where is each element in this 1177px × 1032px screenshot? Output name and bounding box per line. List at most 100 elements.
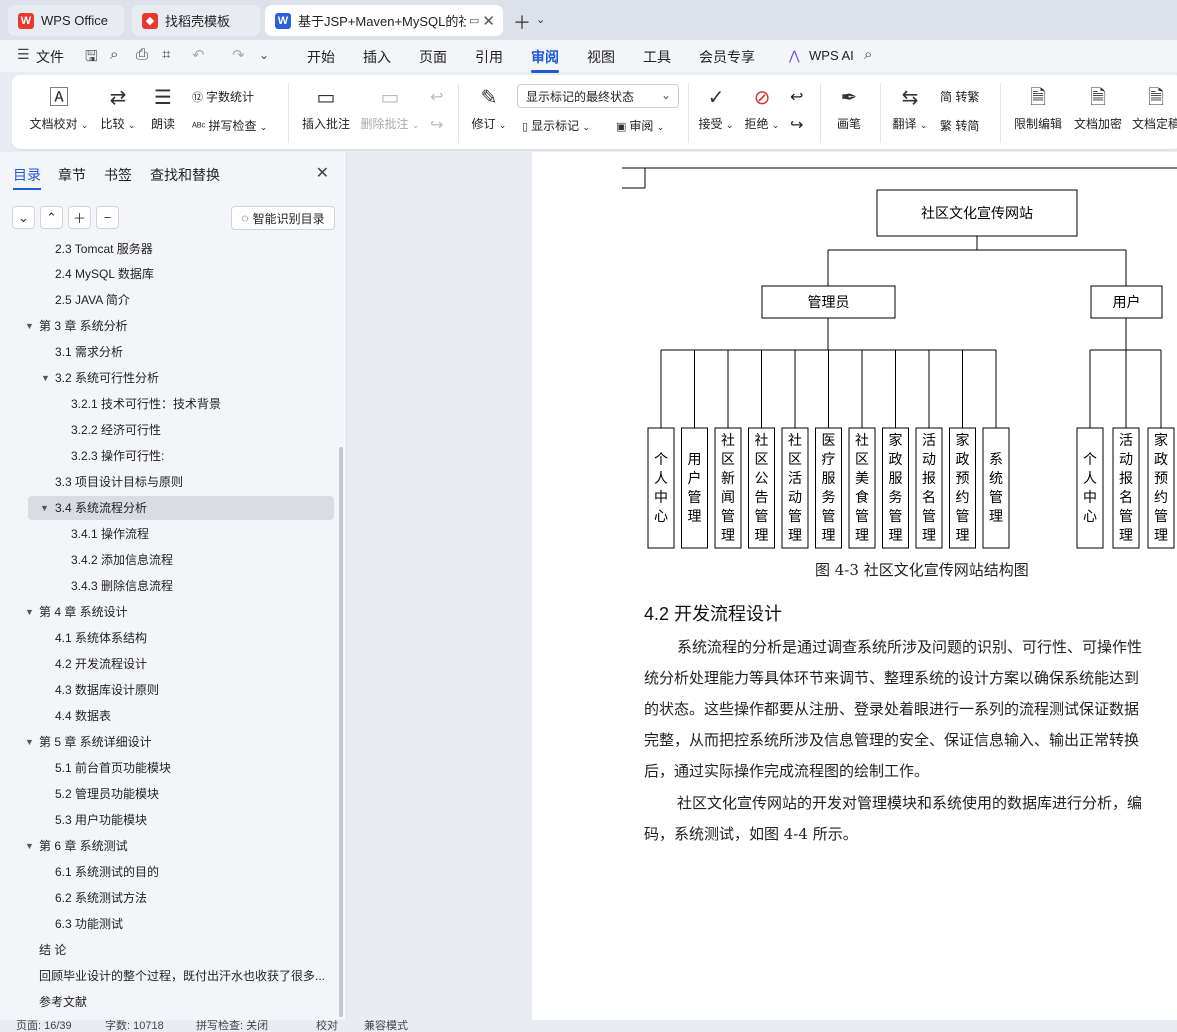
tab-bookmarks[interactable]: 书签 (104, 165, 132, 185)
undo-icon[interactable]: ↶ (192, 46, 205, 64)
toc-item[interactable]: 参考文献 (39, 990, 87, 1014)
toc-item[interactable]: 6.2 系统测试方法 (55, 886, 147, 910)
translate-button[interactable]: ⇆ 翻译 ⌄ (892, 85, 928, 132)
menu-item-view[interactable]: 视图 (587, 47, 615, 67)
next-comment-icon[interactable]: ↪ (430, 115, 443, 135)
toc-item[interactable]: 3.4.2 添加信息流程 (71, 548, 173, 572)
tab-wps-office[interactable]: W WPS Office (8, 5, 124, 36)
expand-triangle-icon[interactable]: ▼ (25, 600, 34, 624)
restrict-edit-button[interactable]: 🗎 限制编辑 (1012, 85, 1064, 132)
menu-item-insert[interactable]: 插入 (363, 47, 391, 67)
save-icon[interactable]: 🖫 (85, 46, 98, 71)
remove-item-button[interactable]: − (96, 206, 119, 229)
redo-icon[interactable]: ↷ (232, 46, 245, 64)
toc-item[interactable]: 3.2.2 经济可行性 (71, 418, 161, 442)
finalize-button[interactable]: 🗎 文档定稿 (1132, 85, 1177, 132)
proofread-status[interactable]: 校对 (316, 1020, 338, 1032)
toc-item[interactable]: 2.3 Tomcat 服务器 (55, 240, 153, 261)
more-chevron-icon[interactable]: ⌄ (259, 48, 269, 62)
revise-button[interactable]: ✎ 修订 ⌄ (470, 85, 508, 132)
insert-comment-button[interactable]: ▭ 插入批注 (300, 85, 352, 132)
toc-item[interactable]: 结 论 (39, 938, 66, 962)
search-icon[interactable]: ⌕ (864, 46, 872, 63)
toc-item[interactable]: 5.3 用户功能模块 (55, 808, 147, 832)
pen-button[interactable]: ✒ 画笔 (834, 85, 864, 132)
toc-item[interactable]: 3.4.3 删除信息流程 (71, 574, 173, 598)
menu-item-review[interactable]: 审阅 (531, 47, 559, 73)
toc-item-selected[interactable]: ▼ 3.4 系统流程分析 (28, 496, 334, 520)
word-count-indicator[interactable]: 字数: 10718 (105, 1020, 164, 1032)
smart-toc-button[interactable]: ◌ 智能识别目录 (231, 206, 335, 230)
menu-item-tools[interactable]: 工具 (643, 47, 671, 67)
toc-item[interactable]: 3.2.3 操作可行性: (71, 444, 164, 468)
print-preview-icon[interactable]: ⌗ (162, 46, 170, 63)
tab-toc[interactable]: 目录 (13, 165, 41, 190)
toc-item[interactable]: 3.2.1 技术可行性：技术背景 (71, 392, 221, 416)
menu-item-reference[interactable]: 引用 (475, 47, 503, 67)
toc-item[interactable]: 6.3 功能测试 (55, 912, 123, 936)
expand-triangle-icon[interactable]: ▼ (25, 730, 34, 754)
next-change-icon[interactable]: ↪ (790, 115, 803, 135)
review-pane-button[interactable]: ▣ 审阅 ⌄ (616, 117, 664, 134)
add-item-button[interactable]: ＋ (68, 206, 91, 229)
wps-ai-button[interactable]: WPS AI (809, 48, 854, 63)
prev-comment-icon[interactable]: ↩ (430, 87, 443, 107)
show-markup-button[interactable]: ▯ 显示标记 ⌄ (522, 117, 590, 134)
collapse-down-button[interactable]: ⌄ (12, 206, 35, 229)
hamburger-icon[interactable]: ☰ (17, 46, 30, 63)
new-tab-icon[interactable]: ＋ (513, 9, 531, 35)
format-painter-icon[interactable]: ⌕ (110, 46, 118, 63)
close-icon[interactable]: ✕ (316, 163, 329, 183)
doc-check-button[interactable]: 🄰 文档校对 ⌄ (28, 85, 90, 132)
toc-item[interactable]: ▼ 第 3 章 系统分析 (25, 314, 128, 338)
toc-item[interactable]: 4.4 数据表 (55, 704, 111, 728)
chevron-down-icon[interactable]: ⌄ (536, 13, 545, 26)
menu-item-page[interactable]: 页面 (419, 47, 447, 67)
toc-item[interactable]: 5.2 管理员功能模块 (55, 782, 159, 806)
page-indicator[interactable]: 页面: 16/39 (16, 1020, 72, 1032)
expand-triangle-icon[interactable]: ▼ (25, 314, 34, 338)
toc-item[interactable]: 4.3 数据库设计原则 (55, 678, 159, 702)
tab-current-document[interactable]: W 基于JSP+Maven+MySQL的社 ▭ ✕ (265, 5, 503, 36)
compare-button[interactable]: ⇄ 比较 ⌄ (98, 85, 138, 132)
toc-item[interactable]: 3.1 需求分析 (55, 340, 123, 364)
file-menu[interactable]: 文件 (36, 47, 64, 67)
delete-comment-button[interactable]: ▭ 删除批注 ⌄ (360, 85, 420, 132)
reject-button[interactable]: ⊘ 拒绝 ⌄ (744, 85, 780, 132)
toc-item[interactable]: 3.3 项目设计目标与原则 (55, 470, 183, 494)
toc-item[interactable]: ▼ 第 5 章 系统详细设计 (25, 730, 152, 754)
to-simplified-button[interactable]: 繁 转简 (940, 117, 979, 134)
toc-item[interactable]: 5.1 前台首页功能模块 (55, 756, 171, 780)
encrypt-button[interactable]: 🗎 文档加密 (1072, 85, 1124, 132)
scrollbar-thumb[interactable] (339, 447, 343, 1017)
tab-find-replace[interactable]: 查找和替换 (150, 165, 220, 185)
read-aloud-button[interactable]: ☰ 朗读 (148, 85, 178, 132)
prev-change-icon[interactable]: ↩ (790, 87, 803, 107)
document-page[interactable]: 社区文化宣传网站 管理员 用户个人中心用户管理社区新闻管理社区公告管理社区活动管理医… (532, 152, 1177, 1020)
tab-sections[interactable]: 章节 (58, 165, 86, 185)
spell-check-status[interactable]: 拼写检查: 关闭 (196, 1020, 268, 1032)
expand-triangle-icon[interactable]: ▼ (40, 496, 49, 520)
spell-check-button[interactable]: ᴬᴮᶜ 拼写检查 ⌄ (192, 117, 267, 134)
accept-button[interactable]: ✓ 接受 ⌄ (698, 85, 734, 132)
menu-item-start[interactable]: 开始 (307, 47, 335, 67)
toc-item[interactable]: 2.5 JAVA 简介 (55, 288, 130, 312)
toc-item[interactable]: ▼ 3.2 系统可行性分析 (41, 366, 159, 390)
markup-state-select[interactable]: 显示标记的最终状态 ⌄ (517, 84, 679, 108)
toc-item[interactable]: ▼ 第 4 章 系统设计 (25, 600, 128, 624)
expand-triangle-icon[interactable]: ▼ (25, 834, 34, 858)
to-traditional-button[interactable]: 简 转繁 (940, 88, 979, 105)
word-count-button[interactable]: ⑫ 字数统计 (192, 88, 254, 105)
tab-docer-templates[interactable]: ◆ 找稻壳模板 (132, 5, 260, 36)
toc-item[interactable]: 3.4.1 操作流程 (71, 522, 149, 546)
print-icon[interactable]: ⎙ (136, 46, 148, 63)
toc-item[interactable]: ▼ 第 6 章 系统测试 (25, 834, 128, 858)
toc-item[interactable]: 2.4 MySQL 数据库 (55, 262, 154, 286)
toc-item[interactable]: 6.1 系统测试的目的 (55, 860, 159, 884)
expand-triangle-icon[interactable]: ▼ (41, 366, 50, 390)
close-icon[interactable]: ✕ (482, 12, 495, 30)
menu-item-membership[interactable]: 会员专享 (699, 47, 755, 67)
toc-item[interactable]: 回顾毕业设计的整个过程，既付出汗水也收获了很多... (39, 964, 334, 988)
toc-item[interactable]: 4.2 开发流程设计 (55, 652, 147, 676)
collapse-up-button[interactable]: ⌃ (40, 206, 63, 229)
